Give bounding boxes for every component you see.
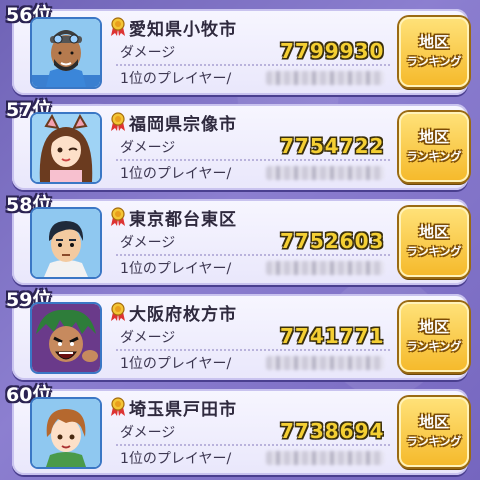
player-name-blurred — [266, 71, 384, 85]
button-label-line2: ランキング — [406, 55, 462, 68]
damage-label: ダメージ — [120, 140, 176, 156]
button-label-line2: ランキング — [406, 245, 462, 258]
button-label-line1: 地区 — [418, 318, 449, 336]
area-ranking-button[interactable]: 地区 ランキング — [399, 207, 469, 277]
button-label-line1: 地区 — [418, 223, 449, 241]
area-ranking-button[interactable]: 地区 ランキング — [399, 17, 469, 87]
area-name: 東京都台東区 — [129, 210, 237, 230]
ranking-row: 60位 埼玉県戸田市 ダメージ 7738694 1位のプレイヤー/ 地区 ランキ… — [6, 384, 469, 475]
avatar — [32, 19, 100, 87]
area-name: 大阪府枚方市 — [129, 305, 237, 325]
top-player-label: 1位のプレイヤー/ — [120, 71, 232, 87]
area-ranking-button[interactable]: 地区 ランキング — [399, 112, 469, 182]
divider — [116, 349, 390, 351]
ranking-row: 56位 愛知県小牧市 ダメージ 7799930 1位のプレイヤー/ 地区 ランキ… — [6, 4, 469, 95]
medal-icon — [111, 397, 125, 416]
top-player-label: 1位のプレイヤー/ — [120, 261, 232, 277]
damage-value: 7738694 — [280, 419, 385, 443]
button-label-line2: ランキング — [406, 150, 462, 163]
damage-label: ダメージ — [120, 235, 176, 251]
button-label-line1: 地区 — [418, 413, 449, 431]
avatar — [32, 399, 100, 467]
medal-icon — [111, 17, 125, 36]
button-label-line1: 地区 — [418, 128, 449, 146]
divider — [116, 254, 390, 256]
player-name-blurred — [266, 356, 384, 370]
area-name: 愛知県小牧市 — [129, 20, 237, 40]
avatar — [32, 304, 100, 372]
damage-label: ダメージ — [120, 45, 176, 61]
area-name: 埼玉県戸田市 — [129, 400, 237, 420]
ranking-row: 57位 福岡県宗像市 ダメージ 7754722 1位のプレイヤー/ 地区 ランキ… — [6, 99, 469, 190]
divider — [116, 444, 390, 446]
divider — [116, 64, 390, 66]
area-name: 福岡県宗像市 — [129, 115, 237, 135]
damage-label: ダメージ — [120, 330, 176, 346]
damage-value: 7754722 — [280, 134, 385, 158]
area-ranking-button[interactable]: 地区 ランキング — [399, 397, 469, 467]
button-label-line2: ランキング — [406, 340, 462, 353]
top-player-label: 1位のプレイヤー/ — [120, 451, 232, 467]
medal-icon — [111, 302, 125, 321]
avatar — [32, 209, 100, 277]
button-label-line2: ランキング — [406, 435, 462, 448]
player-name-blurred — [266, 166, 384, 180]
damage-label: ダメージ — [120, 425, 176, 441]
ranking-row: 58位 東京都台東区 ダメージ 7752603 1位のプレイヤー/ 地区 ランキ… — [6, 194, 469, 285]
ranking-row: 59位 大阪府枚方市 ダメージ 7741771 1位のプレイヤー/ 地区 ランキ… — [6, 289, 469, 380]
player-name-blurred — [266, 261, 384, 275]
damage-value: 7799930 — [280, 39, 385, 63]
damage-value: 7752603 — [280, 229, 385, 253]
damage-value: 7741771 — [280, 324, 385, 348]
divider — [116, 159, 390, 161]
avatar — [32, 114, 100, 182]
button-label-line1: 地区 — [418, 33, 449, 51]
player-name-blurred — [266, 451, 384, 465]
top-player-label: 1位のプレイヤー/ — [120, 166, 232, 182]
medal-icon — [111, 112, 125, 131]
medal-icon — [111, 207, 125, 226]
area-ranking-button[interactable]: 地区 ランキング — [399, 302, 469, 372]
top-player-label: 1位のプレイヤー/ — [120, 356, 232, 372]
